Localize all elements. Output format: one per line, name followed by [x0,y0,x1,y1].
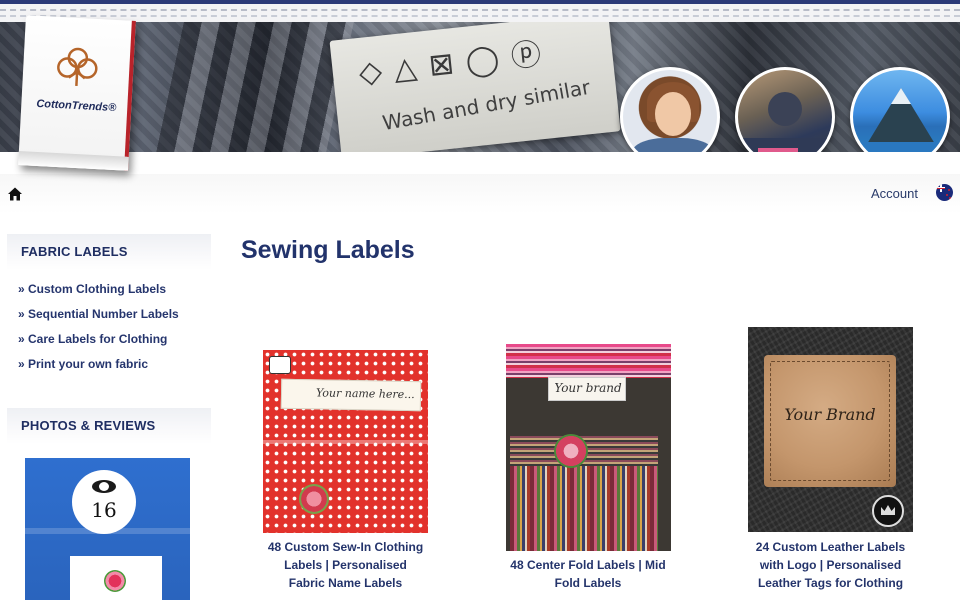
caption-line: 48 Custom Sew-In Clothing [267,540,424,554]
eye-pupil [99,482,109,491]
page-title: Sewing Labels [241,236,415,264]
sidebar-fabric-labels-title: FABRIC LABELS [21,244,128,259]
leather-text: Your Brand [784,405,876,424]
top-stitched-border [0,0,960,22]
flower-icon [104,570,126,592]
nz-flag-icon[interactable] [936,184,953,201]
rose-icon [299,484,329,514]
snow-shape [891,88,911,104]
stitch-line [0,9,960,11]
logo-fold [18,151,129,171]
caption-line: Fold Labels [554,576,622,590]
review-photo[interactable]: 16 [25,458,190,600]
crown-badge-icon [872,495,904,527]
banner-care-tag: ◇△⊠◯ⓟ Wash and dry similar [329,22,621,152]
number-label: 16 [72,470,136,534]
caption-line: 24 Custom Leather Labels [755,540,906,554]
flower-icon [554,434,588,468]
bag-strap [506,344,671,378]
needle-icon [269,356,291,374]
sidebar-item-care-labels[interactable]: » Care Labels for Clothing [18,332,218,357]
review-photo-number: 16 [91,498,117,522]
care-symbols-icon: ◇△⊠◯ⓟ [357,35,555,91]
worker-shape [768,92,802,126]
label-shape [758,148,798,152]
leather-patch: Your Brand [764,355,896,487]
product-image-leather-labels[interactable]: Your Brand [748,327,913,532]
flag-star [946,194,948,196]
sidebar-fabric-labels-header: FABRIC LABELS [7,234,211,270]
plaid-fabric [156,22,354,152]
flag-cross [936,187,945,189]
caption-text: 48 Custom Sew-In Clothing Labels | Perso… [258,538,433,592]
page: ◇△⊠◯ⓟ Wash and dry similar CottonTrends® [0,0,960,600]
stitch-line [0,15,960,17]
shirt-shape [631,138,715,152]
caption-line: 48 Center Fold Labels | Mid [510,558,666,572]
sidebar-fabric-labels-list: » Custom Clothing Labels » Sequential Nu… [18,282,218,382]
account-link[interactable]: Account [871,186,918,201]
nav-bar: Account [0,174,960,214]
sidebar-item-custom-clothing-labels[interactable]: » Custom Clothing Labels [18,282,218,307]
name-ribbon: Your name here... [280,378,422,412]
home-icon[interactable] [7,186,23,202]
logo-text: CottonTrends® [36,97,117,115]
sidebar-item-print-your-own-fabric[interactable]: » Print your own fabric [18,357,218,382]
site-logo[interactable]: CottonTrends® [18,15,136,171]
brand-tag-text: Your brand [554,381,622,395]
water-shape [853,142,947,152]
face-shape [655,92,691,136]
caption-line: Fabric Name Labels [288,576,403,590]
bag-flap [263,440,428,444]
caption-line: with Logo | Personalised [759,558,902,572]
caption-text: 24 Custom Leather Labels with Logo | Per… [740,538,921,592]
sidebar-photos-reviews-title: PHOTOS & REVIEWS [21,418,156,433]
flag-star [949,197,951,199]
crown-shape [881,505,895,515]
caption-line: Labels | Personalised [284,558,407,572]
brand-tag: Your brand [548,377,626,401]
product-image-sew-in-labels[interactable]: Your name here... [263,350,428,533]
care-label [70,556,162,600]
caption-text: 48 Center Fold Labels | Mid Fold Labels [500,556,676,592]
sidebar-photos-reviews-header: PHOTOS & REVIEWS [7,408,211,444]
product-image-center-fold-labels[interactable]: Your brand [506,344,671,551]
ribbon-text: Your name here... [315,386,415,402]
sidebar-item-sequential-number-labels[interactable]: » Sequential Number Labels [18,307,218,332]
top-navy-strip [0,0,960,4]
flag-star [948,189,950,191]
caption-line: Leather Tags for Clothing [757,576,904,590]
cotton-flower-icon [57,47,98,87]
header-banner: ◇△⊠◯ⓟ Wash and dry similar [0,22,960,152]
eye-icon [92,480,116,493]
